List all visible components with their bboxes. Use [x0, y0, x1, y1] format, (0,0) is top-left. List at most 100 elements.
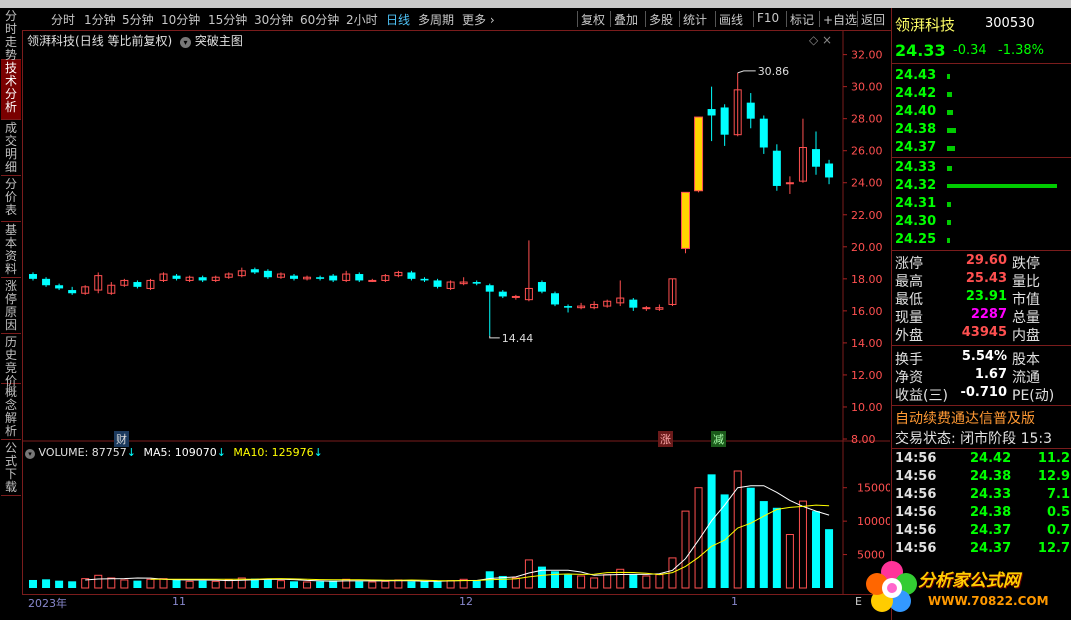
- candle[interactable]: [133, 280, 142, 289]
- candle[interactable]: [812, 131, 820, 175]
- left-tab-2[interactable]: 成交明细: [1, 120, 21, 176]
- candle[interactable]: [420, 277, 429, 283]
- period-item-4[interactable]: 15分钟: [208, 11, 247, 28]
- tool-button-8[interactable]: 返回: [861, 11, 885, 28]
- tool-button-0[interactable]: 复权: [581, 11, 605, 28]
- candle[interactable]: [498, 290, 507, 299]
- candle[interactable]: [290, 274, 298, 281]
- candle[interactable]: [537, 280, 546, 294]
- candle[interactable]: [263, 269, 272, 279]
- kline-chart[interactable]: 32.00 30.00 28.00 26.00 24.00 22.00 20.00 18.00…: [23, 31, 890, 594]
- tool-button-5[interactable]: F10: [757, 11, 779, 25]
- candle[interactable]: [616, 280, 625, 307]
- candle[interactable]: [798, 118, 807, 183]
- left-tab-5[interactable]: 涨停原因: [1, 278, 21, 334]
- candle[interactable]: [668, 278, 677, 307]
- tool-button-2[interactable]: 多股: [649, 11, 673, 28]
- candle[interactable]: [198, 275, 207, 283]
- candle[interactable]: [185, 275, 194, 283]
- candle[interactable]: [94, 272, 103, 294]
- candle[interactable]: [55, 283, 64, 291]
- candle[interactable]: [707, 86, 716, 142]
- tool-button-1[interactable]: 叠加: [614, 11, 638, 28]
- tool-button-7[interactable]: +自选: [823, 11, 857, 28]
- period-item-6[interactable]: 60分钟: [300, 11, 339, 28]
- period-item-7[interactable]: 2小时: [346, 11, 378, 28]
- candle[interactable]: [172, 274, 181, 281]
- period-item-8[interactable]: 日线: [386, 11, 410, 28]
- candle[interactable]: [485, 283, 494, 336]
- tool-button-3[interactable]: 统计: [683, 11, 707, 28]
- candle[interactable]: [407, 270, 416, 281]
- left-tab-4[interactable]: 基本资料: [1, 222, 21, 278]
- candle[interactable]: [303, 275, 312, 281]
- candle[interactable]: [237, 267, 246, 278]
- candle[interactable]: [459, 277, 468, 286]
- candle[interactable]: [681, 191, 690, 254]
- candle[interactable]: [825, 159, 834, 185]
- candle[interactable]: [590, 301, 599, 310]
- candle[interactable]: [342, 270, 351, 283]
- volume-toggle-icon[interactable]: ▾: [25, 449, 35, 459]
- candle[interactable]: [694, 116, 704, 193]
- earnings-marker[interactable]: 财: [114, 431, 129, 447]
- left-tab-0[interactable]: 分时走势: [1, 8, 21, 62]
- tool-button-6[interactable]: 标记: [790, 11, 814, 28]
- candle[interactable]: [276, 272, 285, 279]
- reduction-marker[interactable]: 减: [711, 431, 726, 447]
- candle[interactable]: [524, 240, 533, 302]
- candle[interactable]: [81, 285, 90, 295]
- period-item-0[interactable]: 分时: [51, 11, 75, 28]
- candle[interactable]: [577, 302, 586, 310]
- candle[interactable]: [316, 275, 325, 281]
- left-tab-7[interactable]: 概念解析: [1, 384, 21, 440]
- promo-banner[interactable]: 自动续费通达信普及版: [895, 408, 1035, 428]
- kline-chart-svg[interactable]: 32.00 30.00 28.00 26.00 24.00 22.00 20.00 18.00…: [23, 31, 890, 594]
- candle[interactable]: [42, 277, 51, 287]
- candle[interactable]: [68, 286, 77, 295]
- left-tab-3[interactable]: 分价表: [1, 176, 21, 222]
- candle[interactable]: [250, 267, 259, 275]
- chart-close-icon[interactable]: ×: [822, 33, 832, 47]
- candle[interactable]: [511, 294, 520, 300]
- left-tab-8[interactable]: 公式下载: [1, 440, 21, 496]
- candle[interactable]: [368, 278, 377, 283]
- candle[interactable]: [355, 272, 364, 283]
- candle[interactable]: [642, 306, 651, 311]
- candle[interactable]: [733, 72, 742, 137]
- candle[interactable]: [720, 104, 729, 146]
- period-item-1[interactable]: 1分钟: [84, 11, 116, 28]
- candle[interactable]: [772, 144, 781, 191]
- candle[interactable]: [446, 280, 455, 291]
- candle[interactable]: [564, 304, 573, 313]
- candle[interactable]: [785, 176, 794, 194]
- dropdown-circle-icon[interactable]: ▾: [180, 37, 192, 48]
- period-item-3[interactable]: 10分钟: [161, 11, 200, 28]
- candle[interactable]: [107, 282, 116, 295]
- candle[interactable]: [224, 272, 233, 279]
- candle[interactable]: [159, 272, 168, 283]
- candle[interactable]: [603, 299, 612, 308]
- limit-up-marker[interactable]: 涨: [658, 431, 673, 447]
- tool-button-4[interactable]: 画线: [719, 11, 743, 28]
- candle[interactable]: [120, 278, 129, 287]
- chart-options-icon[interactable]: ◇: [809, 33, 818, 47]
- candle[interactable]: [329, 274, 338, 283]
- period-item-10[interactable]: 更多 ›: [462, 11, 495, 28]
- candle[interactable]: [551, 291, 559, 307]
- candle[interactable]: [746, 93, 755, 129]
- candle[interactable]: [211, 275, 220, 283]
- candle[interactable]: [472, 280, 481, 286]
- candle[interactable]: [629, 298, 638, 311]
- candle[interactable]: [655, 304, 664, 311]
- period-item-5[interactable]: 30分钟: [254, 11, 293, 28]
- period-item-9[interactable]: 多周期: [418, 11, 454, 28]
- candle[interactable]: [29, 272, 37, 281]
- left-tab-1[interactable]: 技术分析: [1, 60, 21, 120]
- candle[interactable]: [146, 278, 155, 291]
- candle[interactable]: [394, 270, 403, 278]
- period-item-2[interactable]: 5分钟: [122, 11, 154, 28]
- left-tab-6[interactable]: 历史竞价: [1, 334, 21, 388]
- main-figure-label[interactable]: 突破主图: [195, 34, 243, 48]
- candle[interactable]: [381, 274, 390, 283]
